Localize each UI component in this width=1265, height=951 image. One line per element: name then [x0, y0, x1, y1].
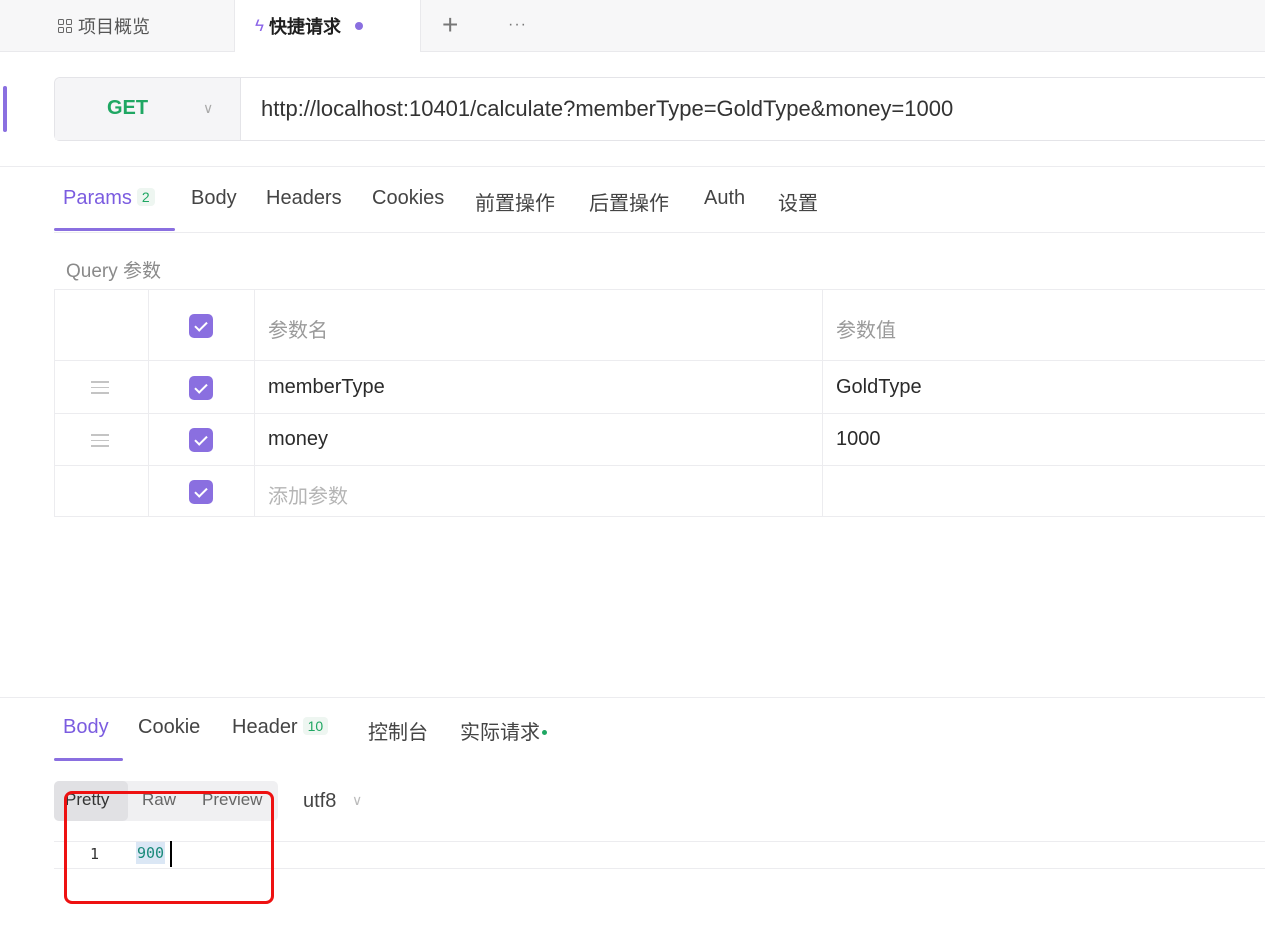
unsaved-dot-icon [355, 22, 363, 30]
tab-params[interactable]: Params 2 [63, 187, 155, 210]
more-tabs-button[interactable]: ··· [508, 8, 527, 42]
drag-handle-icon[interactable] [91, 434, 109, 451]
active-tab-underline [54, 228, 175, 231]
chevron-down-icon: ∨ [203, 100, 214, 116]
new-tab-button[interactable]: + [442, 6, 458, 44]
params-count-badge: 2 [136, 188, 155, 206]
encoding-select[interactable]: utf8 [303, 790, 336, 813]
tab-pre-operations[interactable]: 前置操作 [475, 187, 555, 216]
tab-auth[interactable]: Auth [704, 187, 745, 210]
url-bar: GET ∨ http://localhost:10401/calculate?m… [54, 77, 1265, 141]
header-param-value: 参数值 [836, 320, 896, 342]
tab-settings[interactable]: 设置 [778, 187, 818, 216]
table-row: memberType GoldType [55, 361, 1265, 414]
resp-tab-header[interactable]: Header 10 [232, 716, 329, 739]
drag-handle-icon[interactable] [91, 381, 109, 398]
row-checkbox[interactable] [189, 376, 213, 400]
tab-quick-request[interactable]: ϟ 快捷请求 [234, 0, 421, 52]
param-value-cell[interactable]: 1000 [836, 428, 881, 451]
resp-tab-cookie[interactable]: Cookie [138, 716, 200, 739]
param-name-cell[interactable]: memberType [268, 376, 385, 399]
active-indicator [3, 86, 7, 132]
param-value-cell[interactable]: GoldType [836, 376, 922, 399]
table-row: money 1000 [55, 414, 1265, 466]
row-checkbox[interactable] [189, 480, 213, 504]
request-tabs: Params 2 Body Headers Cookies 前置操作 后置操作 A… [54, 180, 1265, 233]
tab-cookies[interactable]: Cookies [372, 187, 444, 210]
method-select[interactable]: GET ∨ [55, 78, 241, 140]
annotation-highlight-box [64, 791, 274, 904]
active-tab-underline [54, 758, 123, 761]
resp-tab-header-label: Header [232, 716, 298, 738]
tab-strip: 项目概览 ϟ 快捷请求 + ··· [0, 0, 1265, 52]
tab-body[interactable]: Body [191, 187, 237, 210]
tab-quick-request-label: 快捷请求 [269, 17, 341, 37]
header-param-name: 参数名 [268, 320, 328, 342]
query-section-label: Query 参数 [66, 261, 162, 282]
resp-tab-actual-request[interactable]: 实际请求 [460, 716, 547, 745]
add-param-row: 添加参数 [55, 466, 1265, 517]
method-value: GET [107, 97, 149, 119]
tab-project-overview-label: 项目概览 [78, 16, 150, 37]
resp-tab-body[interactable]: Body [63, 716, 109, 739]
divider [0, 166, 1265, 167]
param-name-cell[interactable]: money [268, 428, 328, 451]
select-all-checkbox[interactable] [189, 314, 213, 338]
header-count-badge: 10 [302, 717, 329, 735]
lightning-icon: ϟ [255, 16, 264, 35]
status-dot-icon [542, 730, 547, 735]
row-checkbox[interactable] [189, 428, 213, 452]
params-table: 参数名 参数值 memberType GoldType money 1000 添… [54, 289, 1265, 517]
grid-icon [58, 18, 72, 33]
chevron-down-icon: ∨ [352, 792, 363, 808]
resp-tab-console[interactable]: 控制台 [368, 716, 428, 745]
resp-tab-actual-request-label: 实际请求 [460, 722, 540, 744]
tab-params-label: Params [63, 187, 132, 209]
tab-post-operations[interactable]: 后置操作 [589, 187, 669, 216]
table-header-row: 参数名 参数值 [55, 290, 1265, 361]
tab-headers[interactable]: Headers [266, 187, 342, 210]
url-input[interactable]: http://localhost:10401/calculate?memberT… [261, 96, 953, 122]
tab-project-overview[interactable]: 项目概览 [58, 0, 150, 51]
add-param-input[interactable]: 添加参数 [268, 480, 348, 509]
